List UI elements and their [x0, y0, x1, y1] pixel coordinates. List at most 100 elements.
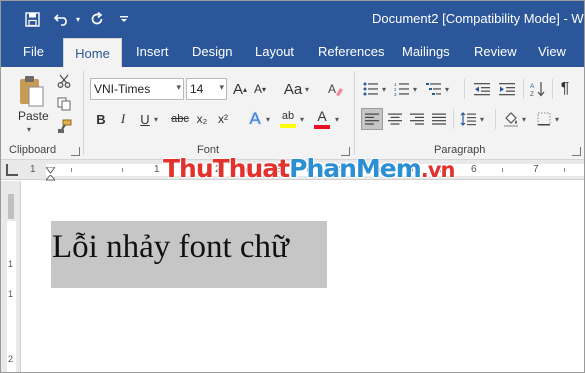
tab-insert[interactable]: Insert [136, 37, 169, 67]
increase-indent-icon[interactable] [496, 78, 518, 100]
paste-icon[interactable] [15, 73, 47, 109]
cut-icon[interactable] [55, 72, 73, 90]
bold-button[interactable]: B [92, 108, 110, 130]
highlight-button[interactable]: ab [277, 107, 299, 131]
svg-text:Z: Z [530, 91, 534, 97]
superscript-button[interactable]: x² [214, 108, 232, 130]
change-case-icon: Aa [283, 80, 303, 98]
show-hide-marks-button[interactable]: ¶ [557, 78, 573, 100]
multilevel-dropdown-icon[interactable]: ▾ [445, 85, 449, 94]
subscript-button[interactable]: x₂ [193, 108, 211, 130]
bullets-icon[interactable] [361, 78, 381, 100]
tab-design[interactable]: Design [192, 37, 232, 67]
tab-layout[interactable]: Layout [255, 37, 294, 67]
underline-button[interactable]: U [137, 108, 153, 130]
numbering-dropdown-icon[interactable]: ▾ [413, 85, 417, 94]
watermark-part-2: PhanMem [289, 154, 422, 183]
clear-formatting-icon[interactable]: A [325, 78, 347, 100]
chevron-down-icon: ▾ [176, 82, 181, 92]
strikethrough-button[interactable]: abc [169, 108, 191, 130]
highlight-color-bar [280, 124, 296, 128]
decrease-indent-icon[interactable] [471, 78, 493, 100]
paste-dropdown-icon[interactable]: ▾ [27, 125, 31, 134]
group-separator [83, 71, 84, 155]
font-color-icon: A [317, 108, 327, 124]
font-color-button[interactable]: A [311, 107, 333, 131]
justify-icon[interactable] [429, 108, 449, 130]
tab-review[interactable]: Review [474, 37, 517, 67]
font-color-dropdown-icon[interactable]: ▾ [335, 115, 339, 124]
line-spacing-dropdown-icon[interactable]: ▾ [480, 115, 484, 124]
copy-icon[interactable] [55, 95, 73, 113]
borders-icon[interactable] [534, 108, 554, 130]
button-separator [464, 79, 465, 99]
tab-mailings[interactable]: Mailings [402, 37, 450, 67]
ruler-number: 6 [471, 164, 477, 175]
bullets-dropdown-icon[interactable]: ▾ [382, 85, 386, 94]
customize-quick-access-icon[interactable] [117, 8, 131, 30]
sort-icon[interactable]: AZ [528, 78, 548, 100]
ruler-tick [122, 168, 123, 172]
button-separator [453, 109, 454, 129]
hanging-indent-icon[interactable] [44, 171, 57, 185]
paste-label[interactable]: Paste [18, 109, 49, 123]
align-left-icon[interactable] [361, 108, 383, 130]
document-title: Document2 [Compatibility Mode] - Wo [372, 11, 585, 26]
svg-text:A: A [530, 83, 535, 90]
ribbon: Paste ▾ Clipboard VNI-Times ▾ 14 ▾ A ▴ A ▾… [1, 67, 584, 160]
ruler-number: 7 [533, 164, 539, 175]
ruler-number: 1 [154, 164, 160, 175]
paragraph-launcher-icon[interactable] [572, 147, 581, 156]
group-separator [354, 71, 355, 155]
svg-text:A: A [328, 82, 336, 96]
underline-dropdown-icon[interactable]: ▾ [154, 115, 158, 124]
top-margin-marker [8, 194, 14, 219]
text-effects-icon: A [249, 109, 261, 128]
change-case-button[interactable]: Aa [281, 78, 305, 100]
shading-icon[interactable] [501, 108, 521, 130]
document-page[interactable]: Lỗi nhảy font chữ [22, 181, 584, 372]
clipboard-group-label: Clipboard [9, 144, 57, 156]
grow-font-button[interactable]: A ▴ [231, 78, 249, 100]
button-separator [495, 109, 496, 129]
vertical-ruler-number: 2 [8, 354, 14, 364]
align-center-icon[interactable] [385, 108, 405, 130]
multilevel-list-icon[interactable] [424, 78, 444, 100]
text-effects-dropdown-icon[interactable]: ▾ [266, 115, 270, 124]
first-line-indent-icon[interactable] [45, 161, 56, 174]
title-bar: ▾ Document2 [Compatibility Mode] - Wo [1, 1, 585, 37]
document-text[interactable]: Lỗi nhảy font chữ [52, 229, 289, 266]
line-spacing-icon[interactable] [458, 108, 478, 130]
tab-references[interactable]: References [318, 37, 384, 67]
change-case-dropdown-icon[interactable]: ▾ [305, 85, 309, 94]
highlight-icon: ab [281, 110, 295, 122]
align-right-icon[interactable] [407, 108, 427, 130]
shading-dropdown-icon[interactable]: ▾ [522, 115, 526, 124]
undo-dropdown-icon[interactable]: ▾ [73, 8, 83, 30]
ruler-number: 1 [30, 164, 36, 175]
grow-font-icon: A [232, 80, 243, 98]
tab-selector-icon[interactable] [6, 164, 18, 176]
vertical-ruler-number: 1 [8, 259, 14, 269]
font-name-combo[interactable]: VNI-Times ▾ [90, 78, 184, 100]
numbering-icon[interactable]: 123 [392, 78, 412, 100]
font-size-combo[interactable]: 14 ▾ [186, 78, 227, 100]
repeat-icon[interactable] [87, 8, 107, 30]
tab-home[interactable]: Home [63, 38, 122, 67]
tab-file[interactable]: File [23, 37, 44, 67]
save-icon[interactable] [21, 8, 43, 30]
highlight-dropdown-icon[interactable]: ▾ [300, 115, 304, 124]
shrink-font-button[interactable]: A ▾ [251, 78, 269, 100]
undo-icon[interactable] [51, 8, 73, 30]
vertical-ruler[interactable]: 1 1 2 [1, 181, 21, 372]
clipboard-launcher-icon[interactable] [71, 147, 80, 156]
tab-view[interactable]: View [538, 37, 566, 67]
font-size-value: 14 [190, 82, 204, 96]
italic-button[interactable]: I [114, 108, 132, 130]
borders-dropdown-icon[interactable]: ▾ [555, 115, 559, 124]
format-painter-icon[interactable] [55, 117, 73, 135]
vertical-ruler-number: 1 [8, 289, 14, 299]
text-effects-button[interactable]: A [245, 108, 265, 130]
ribbon-tabs: File Home Insert Design Layout Reference… [1, 37, 584, 67]
watermark-part-1: ThuThuat [163, 154, 290, 183]
